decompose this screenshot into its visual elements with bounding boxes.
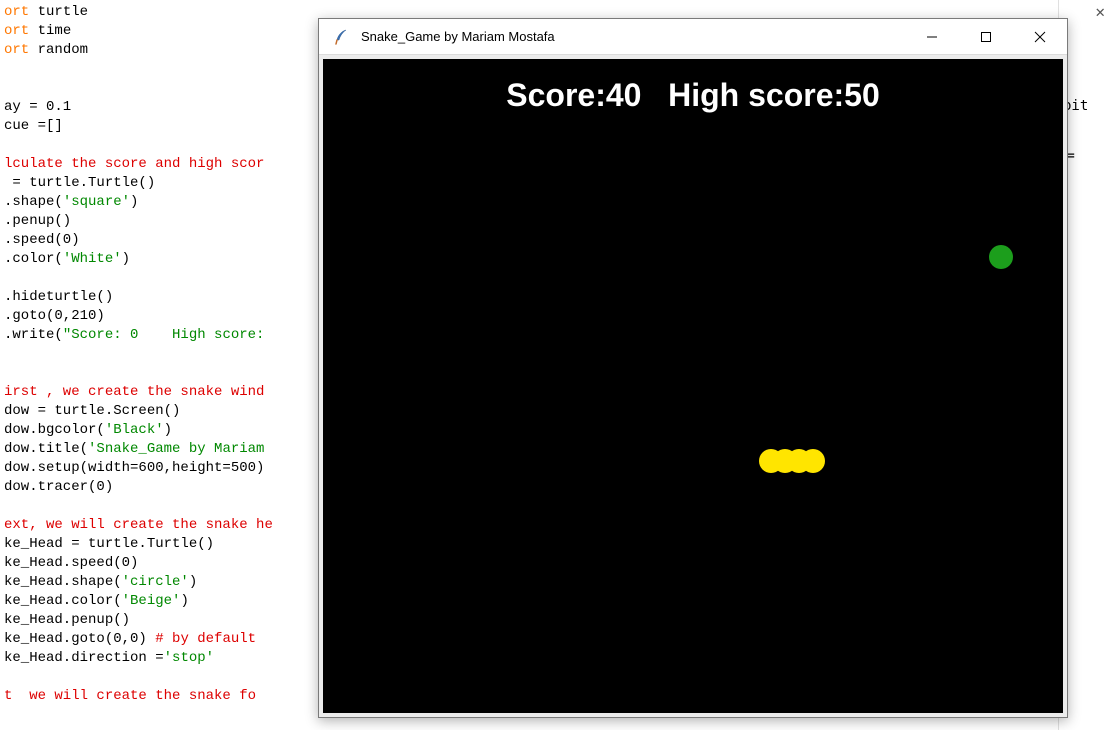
maximize-button[interactable] (959, 19, 1013, 55)
minimize-button[interactable] (905, 19, 959, 55)
score-display: Score:40 High score:50 (323, 77, 1063, 114)
window-titlebar[interactable]: Snake_Game by Mariam Mostafa (319, 19, 1067, 55)
window-buttons (905, 19, 1067, 54)
snake-segment (801, 449, 825, 473)
food (989, 245, 1013, 269)
game-canvas-frame: Score:40 High score:50 (319, 55, 1067, 717)
tk-feather-icon (331, 27, 351, 47)
close-icon[interactable]: ✕ (1095, 2, 1105, 21)
close-button[interactable] (1013, 19, 1067, 55)
game-canvas[interactable]: Score:40 High score:50 (323, 59, 1063, 713)
window-title: Snake_Game by Mariam Mostafa (361, 29, 905, 44)
game-window[interactable]: Snake_Game by Mariam Mostafa Score:40 Hi… (318, 18, 1068, 718)
